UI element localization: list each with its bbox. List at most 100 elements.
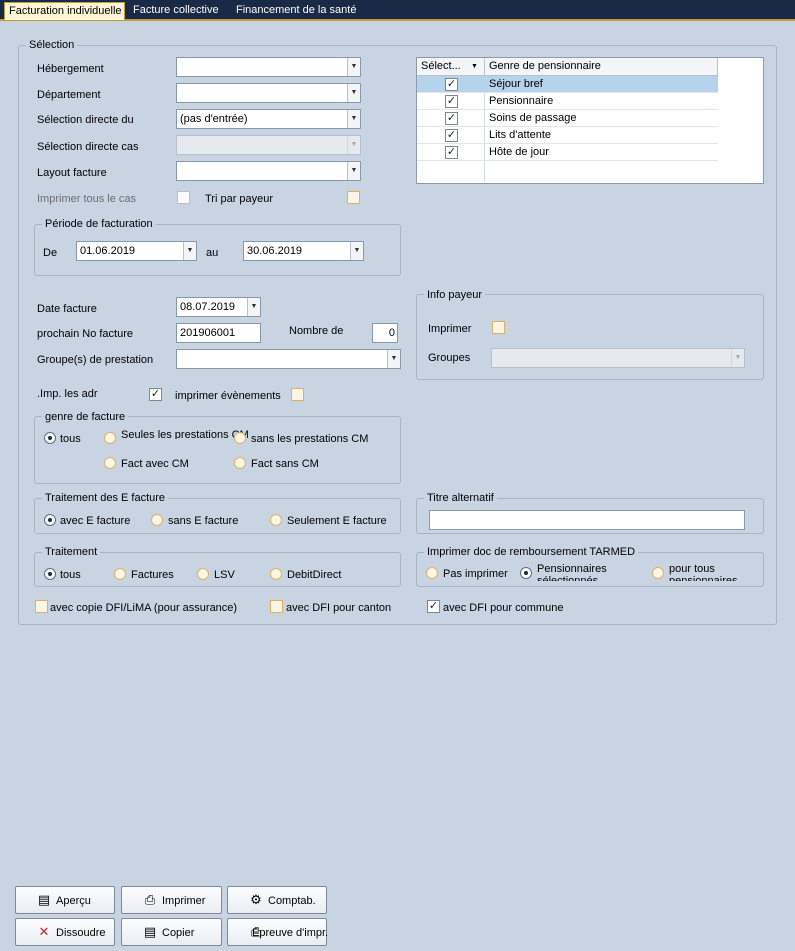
tarmed-pas-imprimer-radio[interactable] — [426, 567, 438, 579]
row-checkbox[interactable]: ✓ — [445, 129, 458, 142]
seules-cm-radio[interactable] — [104, 432, 116, 444]
date-facture-label: Date facture — [37, 303, 97, 315]
row-genre: Pensionnaire — [489, 95, 554, 107]
chevron-down-icon[interactable]: ▼ — [347, 162, 360, 180]
table-row[interactable]: ✓ Hôte de jour — [417, 144, 718, 161]
date-facture-value: 08.07.2019 — [180, 301, 236, 313]
date-facture-date[interactable]: 08.07.2019 ▼ — [176, 297, 261, 317]
tarmed-pour-tous-radio[interactable] — [652, 567, 664, 579]
chevron-down-icon[interactable]: ▼ — [347, 84, 360, 102]
genre-facture-title: genre de facture — [42, 411, 129, 423]
nombre-de-input[interactable]: 0 — [372, 323, 398, 343]
dfi-commune-checkbox[interactable]: ✓ — [427, 600, 440, 613]
selection-directe-cas-combo: ▼ — [176, 135, 361, 155]
info-payeur-imprimer-label: Imprimer — [428, 323, 472, 335]
imprimer-evenements-label: imprimer évènements — [175, 390, 281, 402]
row-genre: Soins de passage — [489, 112, 577, 124]
apercu-button[interactable]: ▤ Aperçu — [15, 886, 115, 914]
efacture-sans-radio[interactable] — [151, 514, 163, 526]
nombre-de-label: Nombre de — [289, 325, 344, 337]
imp-les-adr-checkbox[interactable]: ✓ — [149, 388, 162, 401]
row-genre: Séjour bref — [489, 78, 543, 90]
chevron-down-icon[interactable]: ▼ — [350, 242, 363, 260]
traitement-lsv-radio[interactable] — [197, 568, 209, 580]
fact-avec-cm-radio[interactable] — [104, 457, 116, 469]
chevron-down-icon[interactable]: ▼ — [347, 110, 360, 128]
table-row[interactable]: ✓ Soins de passage — [417, 110, 718, 127]
dfi-canton-checkbox[interactable] — [270, 600, 283, 613]
traitement-tous-radio[interactable] — [44, 568, 56, 580]
comptab-button[interactable]: ⚙ Comptab. — [227, 886, 327, 914]
traitement-title: Traitement — [42, 546, 101, 558]
apercu-button-label: Aperçu — [56, 895, 91, 907]
grid-col-genre[interactable]: Genre de pensionnaire — [485, 58, 718, 75]
traitement-tous-label: tous — [60, 569, 81, 581]
traitement-debitdirect-radio[interactable] — [270, 568, 282, 580]
selection-directe-du-combo[interactable]: (pas d'entrée) ▼ — [176, 109, 361, 129]
departement-combo[interactable]: ▼ — [176, 83, 361, 103]
copier-button-label: Copier — [162, 927, 195, 939]
chevron-down-icon[interactable]: ▼ — [247, 298, 260, 316]
chevron-down-icon[interactable]: ▼ — [347, 58, 360, 76]
traitement-debitdirect-label: DebitDirect — [287, 569, 342, 581]
titre-alternatif-input[interactable] — [429, 510, 745, 530]
info-payeur-imprimer-checkbox[interactable] — [492, 321, 505, 334]
comptab-button-label: Comptab. — [268, 895, 316, 907]
groupes-prestation-combo[interactable]: ▼ — [176, 349, 401, 369]
printer-icon: ⎙ — [144, 892, 156, 907]
layout-facture-label: Layout facture — [37, 167, 107, 179]
tab-financement-sante[interactable]: Financement de la santé — [236, 2, 356, 20]
row-checkbox[interactable]: ✓ — [445, 78, 458, 91]
imprimer-button[interactable]: ⎙ Imprimer — [121, 886, 222, 914]
preview-icon: ▤ — [37, 892, 51, 907]
row-genre: Lits d'attente — [489, 129, 552, 141]
info-payeur-groupes-label: Groupes — [428, 352, 471, 364]
accounting-icon: ⚙ — [250, 892, 262, 907]
row-checkbox[interactable]: ✓ — [445, 146, 458, 159]
layout-facture-combo[interactable]: ▼ — [176, 161, 361, 181]
sort-down-icon: ▼ — [471, 63, 478, 70]
grid-col-select[interactable]: Sélect... ▼ — [417, 58, 485, 75]
prochain-no-facture-label: prochain No facture — [37, 328, 133, 340]
tarmed-pas-imprimer-label: Pas imprimer — [443, 568, 508, 580]
dissoudre-button[interactable]: ✕ Dissoudre — [15, 918, 115, 946]
selection-directe-cas-label: Sélection directe cas — [37, 141, 139, 153]
prochain-no-facture-input[interactable]: 201906001 — [176, 323, 261, 343]
periode-au-value: 30.06.2019 — [247, 245, 303, 257]
traitement-factures-radio[interactable] — [114, 568, 126, 580]
row-genre: Hôte de jour — [489, 146, 549, 158]
table-row[interactable]: ✓ Lits d'attente — [417, 127, 718, 144]
hebergement-combo[interactable]: ▼ — [176, 57, 361, 77]
row-checkbox[interactable]: ✓ — [445, 95, 458, 108]
chevron-down-icon: ▼ — [731, 349, 744, 367]
epreuve-impr-button[interactable]: ⎙ Epreuve d'impr. — [227, 918, 329, 946]
fact-sans-cm-radio[interactable] — [234, 457, 246, 469]
dissoudre-button-label: Dissoudre — [56, 927, 106, 939]
tab-facture-collective[interactable]: Facture collective — [133, 2, 219, 20]
periode-au-date[interactable]: 30.06.2019 ▼ — [243, 241, 364, 261]
periode-de-date[interactable]: 01.06.2019 ▼ — [76, 241, 197, 261]
tri-par-payeur-checkbox[interactable] — [347, 191, 360, 204]
genre-facture-tous-radio[interactable] — [44, 432, 56, 444]
dfi-copie-label: avec copie DFI/LiMA (pour assurance) — [50, 602, 238, 614]
row-checkbox[interactable]: ✓ — [445, 112, 458, 125]
imprimer-tous-cas-checkbox[interactable] — [177, 191, 190, 204]
efacture-seulement-label: Seulement E facture — [287, 515, 387, 527]
table-row[interactable]: ✓ Pensionnaire — [417, 93, 718, 110]
chevron-down-icon: ▼ — [347, 136, 360, 154]
efacture-seulement-radio[interactable] — [270, 514, 282, 526]
tarmed-pensionnaires-selectionnes-radio[interactable] — [520, 567, 532, 579]
epreuve-impr-button-label: Epreuve d'impr. — [252, 927, 329, 939]
imprimer-tous-cas-label: Imprimer tous le cas — [37, 193, 137, 205]
chevron-down-icon[interactable]: ▼ — [387, 350, 400, 368]
table-row[interactable]: ✓ Séjour bref — [417, 76, 718, 93]
imprimer-evenements-checkbox[interactable] — [291, 388, 304, 401]
dfi-copie-checkbox[interactable] — [35, 600, 48, 613]
traitement-factures-label: Factures — [131, 569, 174, 581]
dfi-canton-label: avec DFI pour canton — [286, 602, 392, 614]
copier-button[interactable]: ▤ Copier — [121, 918, 222, 946]
chevron-down-icon[interactable]: ▼ — [183, 242, 196, 260]
efacture-avec-radio[interactable] — [44, 514, 56, 526]
sans-cm-radio[interactable] — [234, 432, 246, 444]
tab-facturation-individuelle[interactable]: Facturation individuelle — [4, 2, 125, 20]
